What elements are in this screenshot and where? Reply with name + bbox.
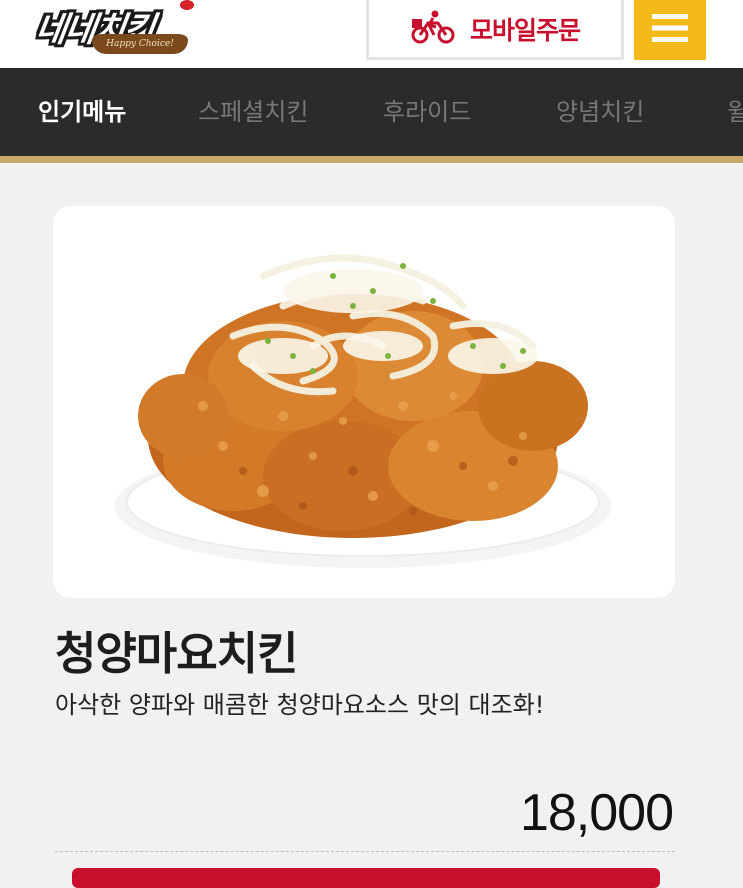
tab-popular-menu[interactable]: 인기메뉴	[38, 68, 126, 156]
divider	[55, 851, 675, 852]
product-price: 18,000	[519, 784, 674, 842]
mobile-order-button[interactable]: 모바일주문	[366, 0, 624, 60]
product-description: 아삭한 양파와 매콤한 청양마요소스 맛의 대조화!	[55, 691, 545, 719]
order-button[interactable]	[72, 868, 660, 888]
fried-chicken-image	[115, 254, 611, 568]
nav-underline	[0, 156, 743, 163]
header: 네네치킨 Happy Choice! 모바일주문	[0, 0, 743, 68]
logo-slogan: Happy Choice!	[92, 34, 188, 54]
logo-mark	[180, 0, 194, 10]
category-nav: 인기메뉴 스페셜치킨 후라이드 양념치킨 윌	[0, 68, 743, 156]
hamburger-menu-icon	[652, 13, 688, 47]
tab-fried[interactable]: 후라이드	[383, 68, 471, 156]
tab-next-category[interactable]: 윌	[727, 68, 743, 156]
product-name: 청양마요치킨	[55, 627, 298, 680]
tab-special-chicken[interactable]: 스페셜치킨	[198, 68, 308, 156]
mobile-order-label: 모바일주문	[469, 15, 581, 45]
hamburger-menu-button[interactable]	[634, 0, 706, 60]
delivery-bike-icon	[410, 10, 456, 48]
brand-logo[interactable]: 네네치킨 Happy Choice!	[30, 0, 210, 58]
tab-yangnyeom-chicken[interactable]: 양념치킨	[556, 68, 644, 156]
product-image[interactable]	[53, 206, 675, 598]
